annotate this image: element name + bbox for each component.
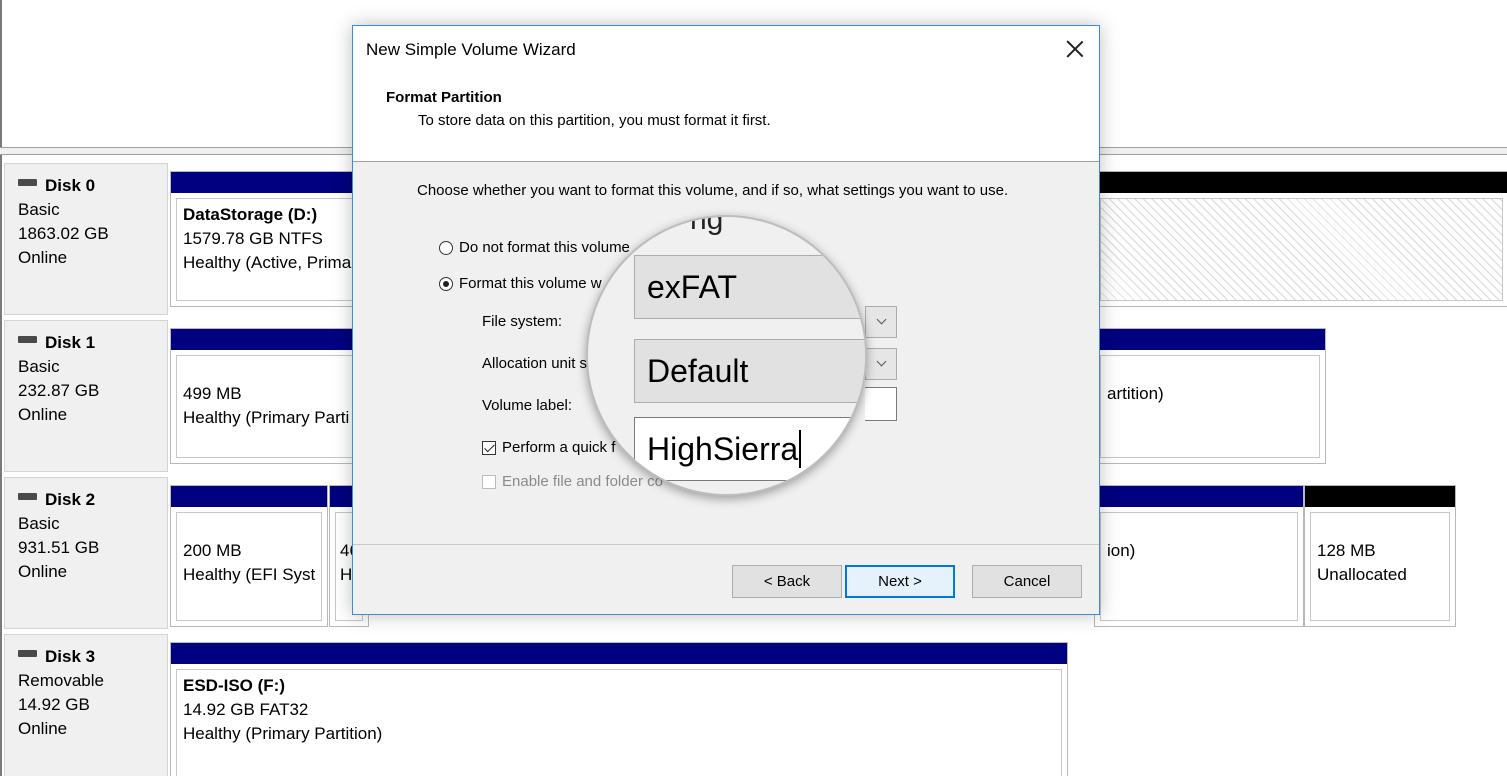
disk-label-0[interactable]: Disk 0 Basic 1863.02 GB Online bbox=[4, 163, 168, 315]
partition-block[interactable]: ESD-ISO (F:) 14.92 GB FAT32 Healthy (Pri… bbox=[170, 642, 1068, 776]
disk-type: Basic bbox=[18, 514, 60, 533]
hard-drive-icon bbox=[18, 178, 37, 186]
footer-divider bbox=[353, 544, 1099, 545]
partition-block[interactable]: ion) bbox=[1094, 485, 1304, 627]
partition-status: Healthy (EFI Syst bbox=[183, 565, 316, 584]
hard-drive-icon bbox=[18, 649, 37, 657]
partition-status: Healthy (Primary Partition) bbox=[183, 724, 383, 743]
magnified-allocation-value: Default bbox=[634, 339, 865, 403]
cancel-button[interactable]: Cancel bbox=[972, 565, 1082, 598]
file-system-label: File system: bbox=[482, 313, 563, 330]
close-icon[interactable] bbox=[1065, 39, 1085, 59]
disk-status: Online bbox=[18, 405, 68, 424]
partition-status: Healthy (Active, Prima bbox=[183, 253, 352, 272]
partition-block[interactable]: 200 MB Healthy (EFI Syst bbox=[170, 485, 328, 627]
next-button[interactable]: Next > bbox=[845, 565, 955, 598]
instructions-text: Choose whether you want to format this v… bbox=[417, 182, 1009, 199]
partition-status: Healthy (Primary Parti bbox=[183, 408, 350, 427]
partition-status: Unallocated bbox=[1317, 565, 1407, 584]
partition-size: 14.92 GB FAT32 bbox=[183, 700, 309, 719]
disk-label-1[interactable]: Disk 1 Basic 232.87 GB Online bbox=[4, 320, 168, 472]
disk-label-3[interactable]: Disk 3 Removable 14.92 GB Online bbox=[4, 634, 168, 776]
disk-status: Online bbox=[18, 719, 68, 738]
volume-label-label: Volume label: bbox=[482, 397, 573, 414]
disk-size: 232.87 GB bbox=[18, 381, 100, 400]
disk-name: Disk 2 bbox=[45, 490, 96, 509]
disk-row-3: Disk 3 Removable 14.92 GB Online ESD-ISO… bbox=[4, 626, 1507, 776]
partition-block[interactable]: 499 MB Healthy (Primary Parti bbox=[170, 328, 370, 464]
disk-name: Disk 1 bbox=[45, 333, 96, 352]
partition-size: 200 MB bbox=[183, 541, 242, 560]
page-title: Format Partition bbox=[386, 89, 502, 106]
quick-format-checkbox[interactable]: Perform a quick f bbox=[482, 439, 615, 456]
volume-label-input[interactable] bbox=[865, 387, 897, 421]
disk-name: Disk 3 bbox=[45, 647, 96, 666]
partition-title: DataStorage (D:) bbox=[183, 205, 318, 224]
dialog-titlebar[interactable]: New Simple Volume Wizard bbox=[353, 26, 1099, 76]
dialog-title: New Simple Volume Wizard bbox=[366, 40, 576, 59]
radio-button-selected-icon[interactable] bbox=[439, 276, 453, 291]
partition-size: 1579.78 GB NTFS bbox=[183, 229, 323, 248]
disk-name: Disk 0 bbox=[45, 176, 96, 195]
magnified-volume-label-value: HighSierra bbox=[634, 417, 865, 481]
do-not-format-radio[interactable]: Do not format this volume bbox=[439, 239, 630, 256]
partition-block[interactable]: DataStorage (D:) 1579.78 GB NTFS Healthy… bbox=[170, 171, 370, 307]
disk-type: Removable bbox=[18, 671, 104, 690]
allocation-unit-dropdown[interactable] bbox=[865, 348, 897, 380]
hard-drive-icon bbox=[18, 335, 37, 343]
checkbox-icon[interactable] bbox=[482, 474, 496, 489]
back-button[interactable]: < Back bbox=[732, 565, 842, 598]
partition-size: 128 MB bbox=[1317, 541, 1376, 560]
hard-drive-icon bbox=[18, 492, 37, 500]
disk-size: 14.92 GB bbox=[18, 695, 90, 714]
radio-label: Format this volume w bbox=[459, 275, 602, 292]
format-volume-radio[interactable]: Format this volume w bbox=[439, 275, 602, 292]
text-caret bbox=[799, 430, 802, 468]
disk-size: 1863.02 GB bbox=[18, 224, 109, 243]
disk-type: Basic bbox=[18, 357, 60, 376]
radio-button-icon[interactable] bbox=[439, 240, 453, 255]
allocation-unit-label: Allocation unit s bbox=[482, 355, 588, 372]
partition-status: ion) bbox=[1107, 541, 1136, 560]
chevron-down-icon bbox=[876, 356, 887, 367]
partition-status: artition) bbox=[1107, 384, 1164, 403]
disk-type: Basic bbox=[18, 200, 60, 219]
page-subtitle: To store data on this partition, you mus… bbox=[418, 112, 771, 129]
checkbox-checked-icon[interactable] bbox=[482, 440, 496, 455]
unallocated-block[interactable] bbox=[1094, 171, 1507, 307]
unallocated-block[interactable]: 128 MB Unallocated bbox=[1304, 485, 1456, 627]
partition-block[interactable]: artition) bbox=[1094, 328, 1326, 464]
checkbox-label: Perform a quick f bbox=[502, 439, 616, 456]
chevron-down-icon bbox=[876, 314, 887, 325]
disk-label-2[interactable]: Disk 2 Basic 931.51 GB Online bbox=[4, 477, 168, 629]
magnifier-lens: ng exFAT Default HighSierra bbox=[586, 215, 867, 496]
file-system-dropdown[interactable] bbox=[865, 306, 897, 338]
partition-title: ESD-ISO (F:) bbox=[183, 676, 285, 695]
radio-label: Do not format this volume bbox=[459, 239, 630, 256]
disk-status: Online bbox=[18, 562, 68, 581]
disk-status: Online bbox=[18, 248, 68, 267]
magnified-file-system-value: exFAT bbox=[634, 255, 865, 319]
wizard-header: Format Partition To store data on this p… bbox=[353, 76, 1099, 162]
magnified-partial-text: ng bbox=[690, 215, 724, 236]
partition-size: 499 MB bbox=[183, 384, 242, 403]
disk-size: 931.51 GB bbox=[18, 538, 100, 557]
